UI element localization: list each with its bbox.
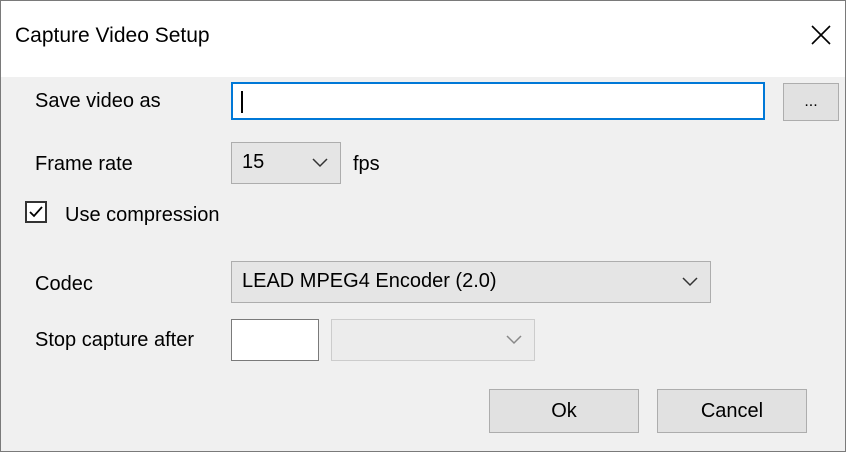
dialog-title: Capture Video Setup <box>15 24 210 47</box>
capture-video-setup-dialog: Capture Video Setup Save video as ... Fr… <box>0 0 846 452</box>
text-caret <box>241 91 243 113</box>
browse-button[interactable]: ... <box>783 83 839 121</box>
chevron-down-icon <box>682 277 698 287</box>
close-icon <box>811 25 831 45</box>
codec-label: Codec <box>35 273 93 295</box>
stop-capture-label: Stop capture after <box>35 329 194 351</box>
save-video-input[interactable] <box>231 82 765 120</box>
close-button[interactable] <box>801 15 841 55</box>
save-video-label: Save video as <box>35 90 161 112</box>
ok-button[interactable]: Ok <box>489 389 639 433</box>
frame-rate-value: 15 <box>242 151 265 173</box>
use-compression-label: Use compression <box>65 204 220 226</box>
frame-rate-label: Frame rate <box>35 153 133 175</box>
codec-dropdown[interactable]: LEAD MPEG4 Encoder (2.0) <box>231 261 711 303</box>
title-bar: Capture Video Setup <box>1 1 845 77</box>
fps-label: fps <box>353 153 380 175</box>
stop-capture-input[interactable] <box>231 319 319 361</box>
frame-rate-dropdown[interactable]: 15 <box>231 142 341 184</box>
stop-capture-unit-dropdown[interactable] <box>331 319 535 361</box>
codec-value: LEAD MPEG4 Encoder (2.0) <box>242 270 497 292</box>
chevron-down-icon <box>312 158 328 168</box>
cancel-button[interactable]: Cancel <box>657 389 807 433</box>
use-compression-checkbox[interactable] <box>25 201 47 223</box>
chevron-down-icon <box>506 335 522 345</box>
checkmark-icon <box>29 206 43 218</box>
